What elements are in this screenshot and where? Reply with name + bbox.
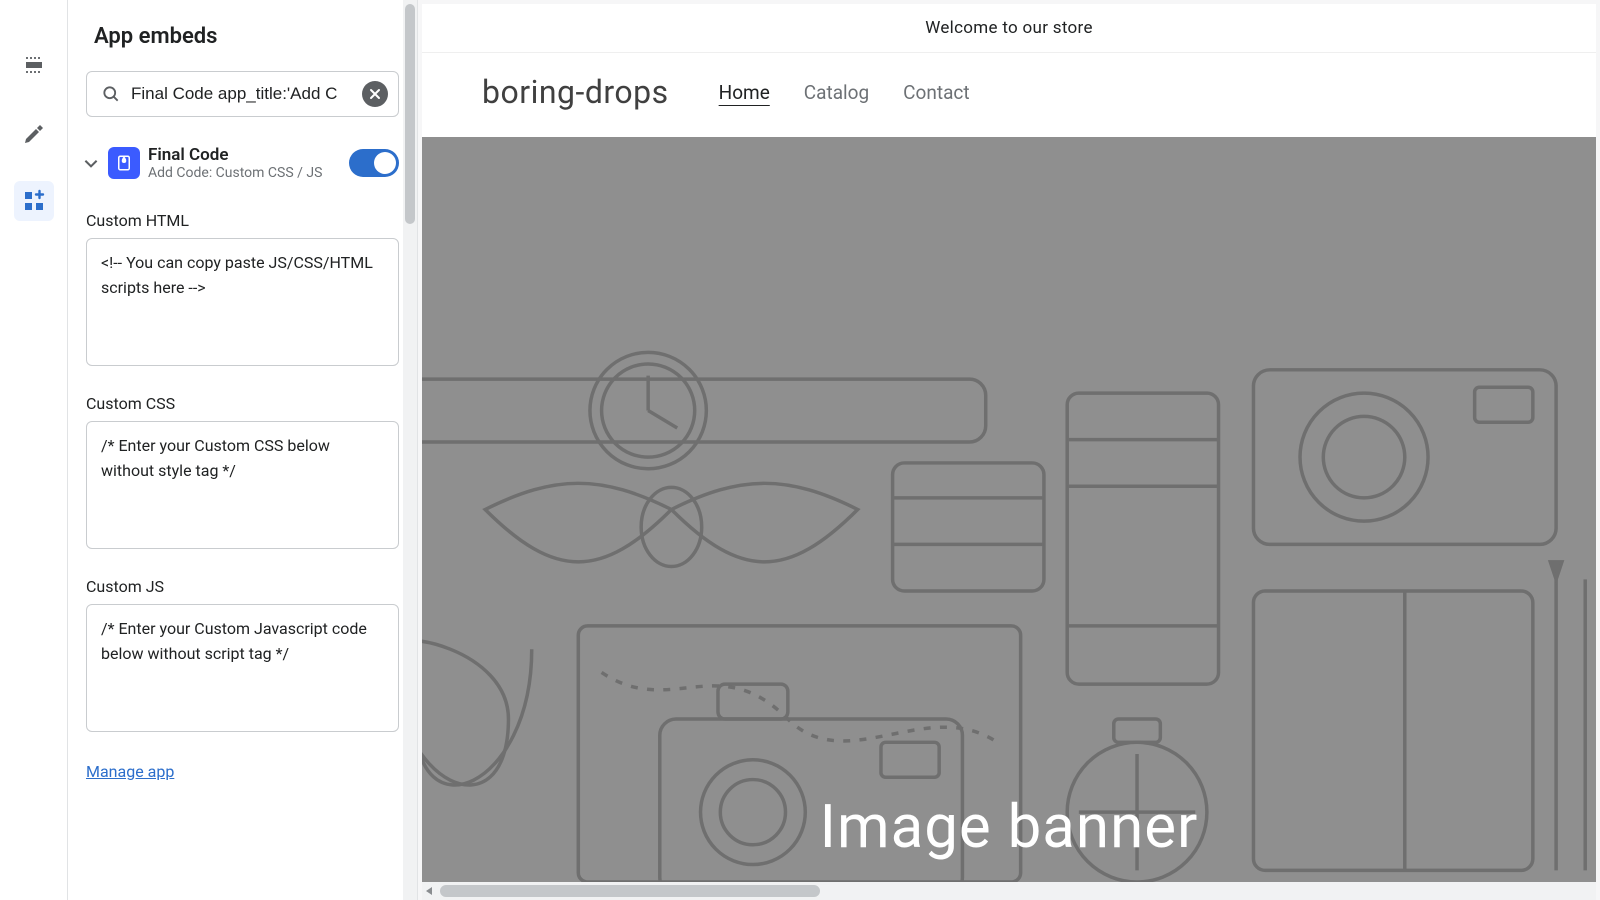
- custom-html-input[interactable]: [86, 238, 399, 366]
- nav-home[interactable]: Home: [719, 81, 770, 104]
- store-nav: Home Catalog Contact: [719, 81, 970, 104]
- store-header: boring-drops Home Catalog Contact: [422, 53, 1596, 137]
- manage-app-link[interactable]: Manage app: [86, 762, 174, 781]
- search-icon: [101, 84, 121, 104]
- clear-search-icon[interactable]: [362, 81, 388, 107]
- app-embed-item[interactable]: Final Code Add Code: Custom CSS / JS: [68, 135, 417, 189]
- custom-css-label: Custom CSS: [86, 394, 399, 413]
- sidebar: App embeds Final Code: [68, 0, 418, 900]
- app-embeds-icon[interactable]: [14, 181, 54, 221]
- banner-heading: Image banner: [820, 791, 1199, 862]
- chevron-down-icon[interactable]: [82, 154, 100, 172]
- icon-rail: [0, 0, 68, 900]
- custom-js-input[interactable]: [86, 604, 399, 732]
- nav-contact[interactable]: Contact: [903, 81, 969, 104]
- embed-toggle[interactable]: [349, 149, 399, 177]
- embed-name: Final Code: [148, 145, 341, 165]
- custom-html-label: Custom HTML: [86, 211, 399, 230]
- search-input[interactable]: [131, 84, 352, 104]
- embed-subtitle: Add Code: Custom CSS / JS: [148, 165, 341, 181]
- announcement-bar: Welcome to our store: [422, 4, 1596, 53]
- store-brand: boring-drops: [482, 73, 669, 111]
- nav-catalog[interactable]: Catalog: [804, 81, 869, 104]
- preview-horizontal-scrollbar[interactable]: [422, 882, 1596, 900]
- paintbrush-icon[interactable]: [14, 113, 54, 153]
- sidebar-scrollbar[interactable]: [403, 0, 417, 900]
- sections-icon[interactable]: [14, 45, 54, 85]
- search-box[interactable]: [86, 71, 399, 117]
- image-banner: Image banner: [422, 137, 1596, 882]
- preview-pane: Welcome to our store boring-drops Home C…: [418, 0, 1600, 900]
- app-icon: [108, 147, 140, 179]
- banner-illustration: [422, 137, 1596, 882]
- sidebar-title: App embeds: [68, 0, 417, 71]
- custom-css-input[interactable]: [86, 421, 399, 549]
- custom-js-label: Custom JS: [86, 577, 399, 596]
